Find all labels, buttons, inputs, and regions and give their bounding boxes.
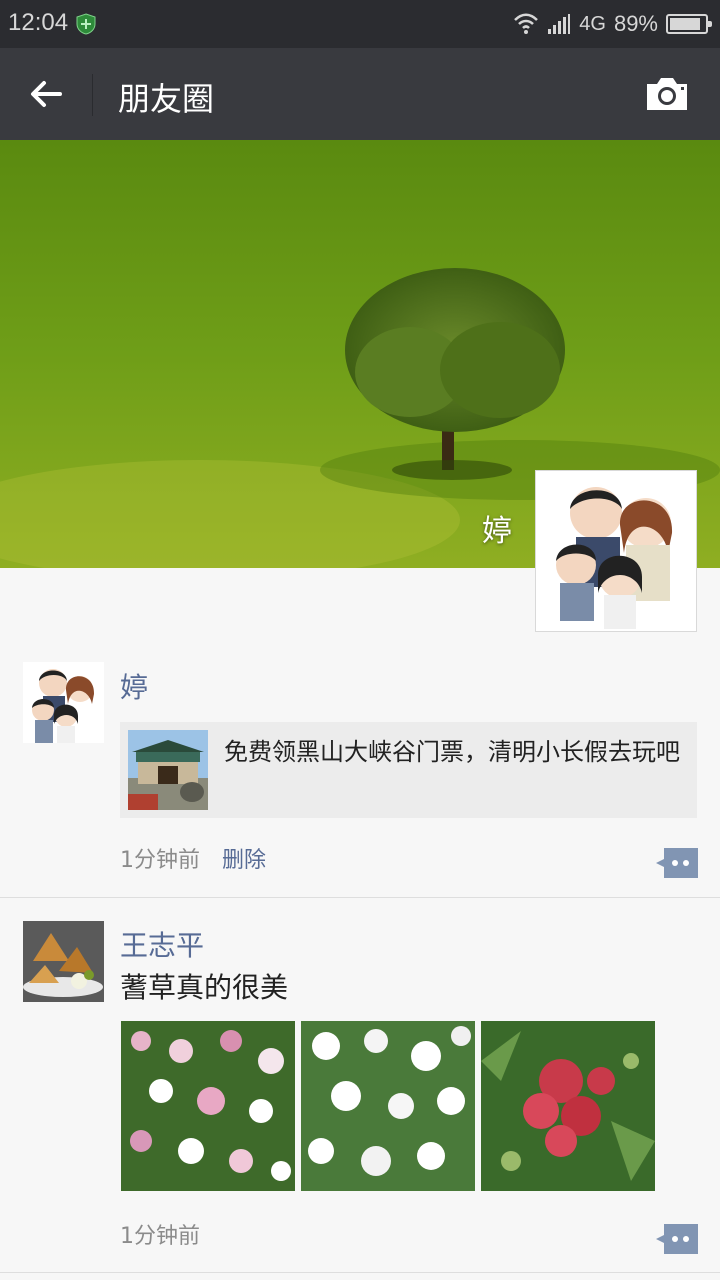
link-title: 免费领黑山大峡谷门票，清明小长假去玩吧 [224,738,680,766]
post-photo[interactable] [121,1021,295,1191]
gate-thumbnail-image [128,730,208,810]
status-time: 12:04 [8,9,69,36]
post-photo[interactable] [481,1021,655,1191]
cartoon-family-avatar [538,473,694,629]
nav-bar: 朋友圈 [0,48,720,140]
post-user-name[interactable]: 婷 [120,666,148,706]
post-time: 1分钟前 [120,848,200,873]
battery-fill [670,18,701,30]
comment-icon[interactable] [654,1224,698,1254]
comment-icon[interactable] [654,848,698,878]
back-arrow-icon[interactable] [24,72,68,116]
post-text: 蓍草真的很美 [120,971,289,1004]
pink-flowers-photo [121,1021,295,1191]
battery-percent: 89% [613,11,658,36]
post-photo[interactable] [301,1021,475,1191]
post-time: 1分钟前 [120,1224,200,1249]
food-avatar [23,921,104,1002]
link-card[interactable]: 免费领黑山大峡谷门票，清明小长假去玩吧 [120,722,697,818]
signal-icon [548,14,571,34]
network-type: 4G [579,12,606,35]
cartoon-family-avatar [23,662,104,743]
nav-divider [92,74,93,116]
battery-icon [666,14,712,34]
shield-icon [76,13,96,35]
wifi-icon [514,13,539,34]
profile-avatar[interactable] [535,470,697,632]
cover-user-name: 婷 [482,514,512,549]
camera-icon[interactable] [644,74,690,114]
post-divider [0,897,720,898]
delete-button[interactable]: 删除 [222,842,266,874]
post-divider [0,1272,720,1273]
status-right: 4G 89% [513,9,712,39]
page-title: 朋友圈 [118,80,215,118]
post-user-name[interactable]: 王志平 [120,924,204,964]
post-avatar[interactable] [23,662,104,743]
white-flowers-photo [301,1021,475,1191]
status-bar: 12:04 4G 89% [0,0,720,48]
link-thumbnail [128,730,208,810]
post-avatar[interactable] [23,921,104,1002]
red-flowers-photo [481,1021,655,1191]
